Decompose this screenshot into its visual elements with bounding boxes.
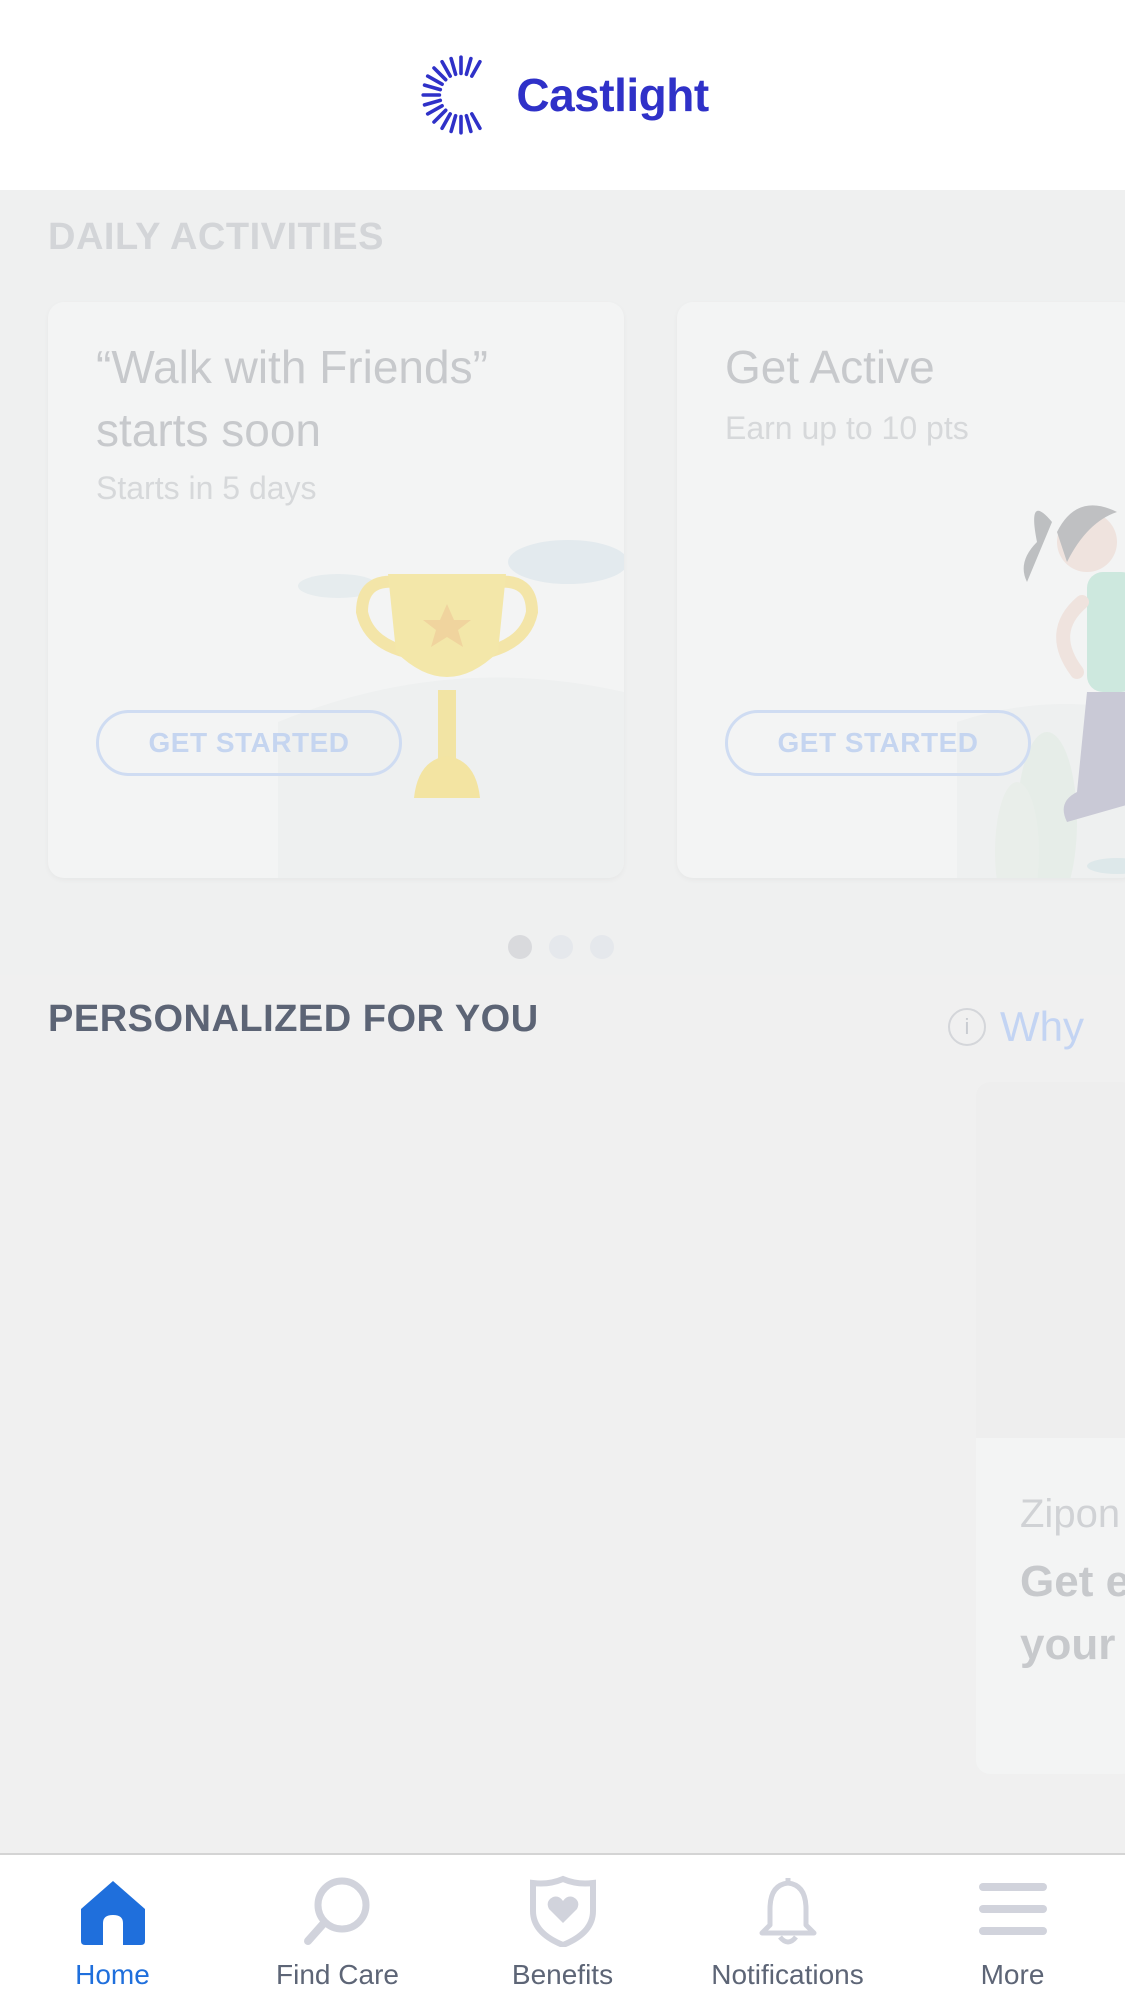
- nav-label-home: Home: [75, 1959, 150, 1990]
- nav-label-find-care: Find Care: [276, 1959, 399, 1990]
- nav-notifications[interactable]: Notifications: [675, 1855, 900, 2003]
- get-started-button[interactable]: GET STARTED: [96, 710, 402, 776]
- personalized-card-image: [976, 1082, 1125, 1438]
- why-link[interactable]: i Why: [948, 1003, 1084, 1051]
- nav-more[interactable]: More: [900, 1855, 1125, 2003]
- castlight-logo-icon: [421, 55, 483, 135]
- bottom-nav: Home Find Care Benefits Notifications Mo…: [0, 1853, 1125, 2003]
- menu-icon: [978, 1883, 1047, 1935]
- nav-find-care[interactable]: Find Care: [225, 1855, 450, 2003]
- nav-benefits[interactable]: Benefits: [450, 1855, 675, 2003]
- brand-name: Castlight: [516, 69, 709, 121]
- search-icon: [303, 1877, 369, 1945]
- pagination-dot-2[interactable]: [549, 935, 573, 959]
- trophy-icon: [278, 540, 624, 878]
- personalized-card-title: Get e your: [1020, 1550, 1125, 1676]
- activity-card-get-active[interactable]: Get Active Earn up to 10 pts GET STARTED: [677, 302, 1125, 878]
- nav-label-notifications: Notifications: [711, 1959, 864, 1990]
- daily-activities-title: DAILY ACTIVITIES: [48, 216, 384, 258]
- personalized-card-source: Zipon: [1020, 1492, 1121, 1536]
- info-icon: i: [948, 1008, 986, 1046]
- bell-icon: [759, 1878, 816, 1945]
- app-header: Castlight: [0, 0, 1125, 192]
- home-icon: [80, 1881, 145, 1945]
- pagination-dot-1[interactable]: [508, 935, 532, 959]
- why-label: Why: [1000, 1003, 1084, 1050]
- runner-illustration: [957, 505, 1125, 878]
- activity-card-title: Get Active: [725, 341, 935, 393]
- activity-card-title: “Walk with Friends” starts soon: [96, 341, 488, 456]
- pagination-dot-3[interactable]: [590, 935, 614, 959]
- personalized-card-title-line2: your: [1020, 1620, 1116, 1669]
- nav-home[interactable]: Home: [0, 1855, 225, 2003]
- personalized-card-title-line1: Get e: [1020, 1557, 1125, 1606]
- castlight-logo: Castlight: [416, 50, 709, 140]
- activity-card-subtitle: Starts in 5 days: [96, 470, 317, 506]
- nav-label-more: More: [980, 1959, 1045, 1990]
- personalized-title: PERSONALIZED FOR YOU: [48, 998, 539, 1040]
- activity-card-subtitle: Earn up to 10 pts: [725, 410, 969, 446]
- daily-activities-section: DAILY ACTIVITIES “Walk with Friends” sta…: [0, 190, 1125, 975]
- personalized-card[interactable]: Zipon Get e your: [976, 1082, 1125, 1774]
- activity-card-walk[interactable]: “Walk with Friends” starts soon Starts i…: [48, 302, 624, 878]
- nav-label-benefits: Benefits: [511, 1959, 614, 1990]
- shield-heart-icon: [529, 1875, 596, 1947]
- carousel-pagination: [508, 935, 614, 959]
- get-started-button[interactable]: GET STARTED: [725, 710, 1031, 776]
